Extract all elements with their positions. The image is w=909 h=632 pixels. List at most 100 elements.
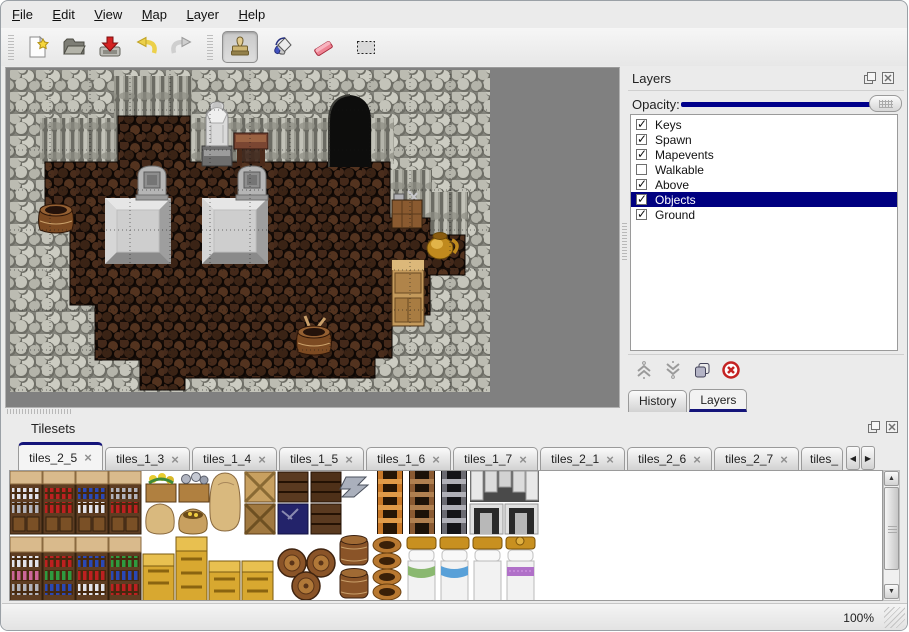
tile-tall-sack[interactable] (210, 473, 240, 531)
map-canvas[interactable] (10, 70, 490, 392)
tombstone-right[interactable] (236, 166, 268, 200)
tile-bed-purple[interactable] (506, 537, 535, 601)
tile-metal-parts[interactable] (340, 477, 368, 497)
layer-checkbox[interactable]: ✓ (636, 209, 647, 220)
opacity-slider-handle[interactable] (869, 95, 902, 112)
layer-list[interactable]: ✓Keys ✓Spawn ✓Mapevents Walkable ✓Above … (630, 114, 898, 351)
tile-sack[interactable] (146, 504, 174, 534)
menu-layer[interactable]: Layer (185, 4, 220, 25)
menu-edit[interactable]: Edit (51, 4, 75, 25)
layers-float-button[interactable] (862, 70, 877, 85)
tile-x-crate[interactable] (245, 472, 275, 502)
scroll-up-button[interactable]: ▲ (884, 471, 899, 486)
barrel-left[interactable] (39, 204, 74, 233)
cave-entrance[interactable] (329, 95, 371, 167)
tab-close-icon[interactable]: × (606, 452, 614, 467)
map-view[interactable] (5, 67, 620, 408)
tileset-tab-tiles_1_7[interactable]: tiles_1_7× (453, 447, 538, 470)
tile-flower-crate[interactable] (146, 473, 176, 502)
tile-gold-crate-tall[interactable] (176, 537, 207, 601)
tile-bed-blue[interactable] (440, 537, 469, 601)
tab-close-icon[interactable]: × (171, 452, 179, 467)
tile-shelf-dishes[interactable] (10, 471, 42, 534)
tileset-tab-tiles_1_3[interactable]: tiles_1_3× (105, 447, 190, 470)
move-layer-up-button[interactable] (634, 360, 654, 380)
tileset-tab-truncated[interactable]: tiles_ (801, 447, 843, 470)
tile-bed-plain[interactable] (473, 537, 502, 601)
menu-map[interactable]: Map (141, 4, 168, 25)
layer-row-mapevents[interactable]: ✓Mapevents (631, 147, 897, 162)
stamp-tool-button[interactable] (222, 31, 258, 63)
fill-tool-button[interactable] (264, 31, 300, 63)
open-button[interactable] (59, 33, 89, 61)
altar-block-right[interactable] (202, 198, 268, 264)
tileset-tab-tiles_1_5[interactable]: tiles_1_5× (279, 447, 364, 470)
tile-bookshelf-red-green[interactable] (43, 537, 75, 601)
tab-scroll-right-button[interactable]: ▶ (861, 446, 875, 470)
layer-row-ground[interactable]: ✓Ground (631, 207, 897, 222)
vertical-splitter[interactable] (621, 67, 628, 408)
cabinet[interactable] (392, 260, 424, 326)
tile-stone-arch[interactable] (470, 471, 539, 502)
menu-help[interactable]: Help (237, 4, 266, 25)
tab-layers[interactable]: Layers (689, 389, 747, 412)
tile-stone-doorway-2[interactable] (505, 504, 538, 534)
menu-view[interactable]: View (93, 4, 123, 25)
tab-close-icon[interactable]: × (519, 452, 527, 467)
tile-bookshelf-green-blue[interactable] (109, 537, 141, 601)
tile-gold-crate[interactable] (143, 554, 174, 601)
altar-block-left[interactable] (105, 198, 171, 264)
resize-grip[interactable] (884, 607, 905, 628)
opacity-slider-track[interactable] (681, 102, 899, 107)
tile-ladder-brown[interactable] (409, 471, 435, 534)
tab-close-icon[interactable]: × (345, 452, 353, 467)
tileset-tiles[interactable] (10, 471, 547, 601)
tile-metal-crate[interactable] (179, 473, 209, 503)
tilesets-close-button[interactable] (884, 419, 899, 434)
tile-shelf-jars-red[interactable] (109, 471, 141, 534)
toolbar-drag-handle[interactable] (8, 34, 14, 60)
save-button[interactable] (95, 33, 125, 61)
tile-gold-crate-small-2[interactable] (242, 561, 273, 601)
layer-row-keys[interactable]: ✓Keys (631, 117, 897, 132)
tile-gold-sack[interactable] (179, 509, 208, 534)
tile-bookshelf-white[interactable] (10, 537, 42, 601)
tab-close-icon[interactable]: × (432, 452, 440, 467)
tilesets-float-button[interactable] (866, 419, 881, 434)
tileset-scrollbar[interactable]: ▲ ▼ (883, 470, 900, 601)
tileset-tab-tiles_1_4[interactable]: tiles_1_4× (192, 447, 277, 470)
tileset-tab-tiles_2_1[interactable]: tiles_2_1× (540, 447, 625, 470)
tile-x-crate-brown[interactable] (245, 504, 275, 534)
tileset-content[interactable] (9, 470, 883, 601)
tile-stone-doorway[interactable] (470, 504, 503, 534)
tile-dark-crate[interactable] (278, 472, 308, 534)
eraser-tool-button[interactable] (306, 31, 342, 63)
undo-button[interactable] (131, 33, 161, 61)
toolbar-drag-handle-2[interactable] (207, 34, 213, 60)
tileset-tab-tiles_2_7[interactable]: tiles_2_7× (714, 447, 799, 470)
tombstone-left[interactable] (136, 166, 168, 200)
layer-row-walkable[interactable]: Walkable (631, 162, 897, 177)
layer-row-objects[interactable]: ✓Objects (631, 192, 897, 207)
tab-scroll-left-button[interactable]: ◀ (846, 446, 860, 470)
tab-close-icon[interactable]: × (693, 452, 701, 467)
tile-shelf-red-bottles[interactable] (43, 471, 75, 534)
tile-bookshelf-blue-red[interactable] (76, 537, 108, 601)
scrollbar-thumb[interactable] (884, 487, 899, 570)
new-file-button[interactable] (23, 33, 53, 61)
move-layer-down-button[interactable] (663, 360, 683, 380)
tile-barrels-stacked[interactable] (340, 536, 368, 599)
tile-pots-stacked[interactable] (373, 537, 401, 600)
layer-row-spawn[interactable]: ✓Spawn (631, 132, 897, 147)
tab-close-icon[interactable]: × (84, 450, 92, 465)
redo-button[interactable] (167, 33, 197, 61)
tile-ladder-orange[interactable] (377, 471, 403, 534)
duplicate-layer-button[interactable] (692, 360, 712, 380)
tileset-tab-tiles_1_6[interactable]: tiles_1_6× (366, 447, 451, 470)
layer-checkbox[interactable]: ✓ (636, 134, 647, 145)
tileset-tab-tiles_2_5[interactable]: tiles_2_5× (18, 442, 103, 470)
layer-checkbox[interactable]: ✓ (636, 149, 647, 160)
tile-ladder-gray[interactable] (441, 471, 467, 534)
tab-close-icon[interactable]: × (258, 452, 266, 467)
splitter-grip[interactable] (622, 222, 627, 260)
